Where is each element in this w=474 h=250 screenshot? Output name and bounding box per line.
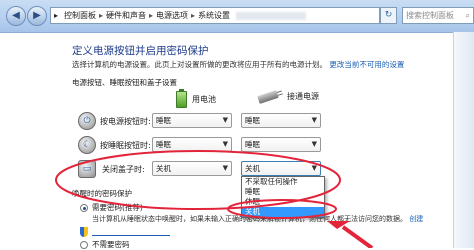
power-button-plugged-select[interactable]: 睡眠 ▼ [241,113,321,128]
page-title: 定义电源按钮并启用密码保护 [72,45,209,57]
breadcrumb-separator: ▸ [54,11,59,20]
annotation-overlay [55,150,374,248]
blurred-region [236,11,307,20]
uac-shield-icon [80,227,88,237]
chevron-down-icon: ▼ [222,140,228,148]
column-label-battery: 用电池 [192,95,216,104]
column-header-plugged: 接通电源 [257,89,319,104]
option-shut-down[interactable]: 关机 [242,207,324,217]
search-input[interactable]: 搜索控制面板 ⌕ [402,7,474,24]
select-value: 关机 [245,164,260,173]
wake-password-title: 唤醒时的密码保护 [72,189,132,198]
require-password-label[interactable]: 需要密码(推荐) [92,202,143,213]
create-password-link[interactable]: 创建 [409,215,423,223]
option-do-nothing[interactable]: 不采取任何操作 [242,177,324,187]
power-button-battery-select[interactable]: 睡眠 ▼ [152,113,232,128]
row-label-close-lid: 关闭盖子时: [102,165,145,174]
breadcrumb-control-panel[interactable]: 控制面板 [61,10,99,21]
chevron-down-icon: ▼ [311,140,317,148]
chevron-down-icon: ▼ [311,116,317,124]
sleep-button-battery-select[interactable]: 睡眠 ▼ [152,137,232,152]
column-label-plugged: 接通电源 [287,92,319,101]
close-lid-plugged-select[interactable]: 关机 ▼ [241,161,321,176]
change-unavailable-settings-link[interactable]: 更改当前不可用的设置 [329,60,404,69]
no-password-label[interactable]: 不需要密码 [92,239,130,250]
row-label-power-button: 按电源按钮时: [100,117,151,126]
column-header-battery: 用电池 [176,89,216,108]
option-sleep[interactable]: 睡眠 [242,187,324,197]
chevron-down-icon: ▼ [311,164,317,172]
breadcrumb-hardware-sound[interactable]: 硬件和声音 [103,10,149,21]
search-icon[interactable]: ⌕ [466,11,470,21]
close-lid-plugged-options-menu[interactable]: 不采取任何操作 睡眠 休眠 关机 [241,176,325,218]
select-value: 睡眠 [245,140,260,149]
breadcrumb-power-options[interactable]: 电源选项 [153,10,191,21]
chevron-down-icon: ▼ [222,116,228,124]
section-label: 电源按钮、睡眠按钮和盖子设置 [72,78,177,87]
battery-icon [176,89,187,108]
power-button-icon: ⏻ [78,112,96,130]
laptop-lid-icon: ▭ [78,160,96,178]
link-underline [92,235,170,236]
address-bar[interactable]: ▸ 控制面板 ▸ 硬件和声音 ▸ 电源选项 ▸ 系统设置 [50,7,380,24]
refresh-icon[interactable]: ↻ [380,7,397,24]
description-text: 选择计算机的电源设置。此页上对设置所做的更改将应用于所有的电源计划。 [72,60,327,69]
address-toolbar: ◀ ▶ ▸ 控制面板 ▸ 硬件和声音 ▸ 电源选项 ▸ 系统设置 ↻ 搜索控制面… [0,0,474,33]
close-lid-battery-select[interactable]: 关机 ▼ [152,161,232,176]
select-value: 关机 [156,164,171,173]
power-plug-icon [257,89,279,104]
search-placeholder: 搜索控制面板 [406,11,454,20]
breadcrumb-system-settings[interactable]: 系统设置 [195,10,233,21]
sleep-button-plugged-select[interactable]: 睡眠 ▼ [241,137,321,152]
back-arrow-icon[interactable]: ◀ [6,6,26,26]
row-label-sleep-button: 按睡眠按钮时: [100,141,151,150]
page-description: 选择计算机的电源设置。此页上对设置所做的更改将应用于所有的电源计划。 更改当前不… [72,59,404,70]
require-password-radio[interactable] [80,204,88,212]
chevron-down-icon: ▼ [222,164,228,172]
forward-arrow-icon[interactable]: ▶ [27,6,47,26]
sleep-button-icon: ☾ [78,136,96,154]
select-value: 睡眠 [156,116,171,125]
option-hibernate[interactable]: 休眠 [242,197,324,207]
select-value: 睡眠 [245,116,260,125]
select-value: 睡眠 [156,140,171,149]
scroll-edge [453,32,474,248]
annotation-arrow-shaft [341,225,374,248]
